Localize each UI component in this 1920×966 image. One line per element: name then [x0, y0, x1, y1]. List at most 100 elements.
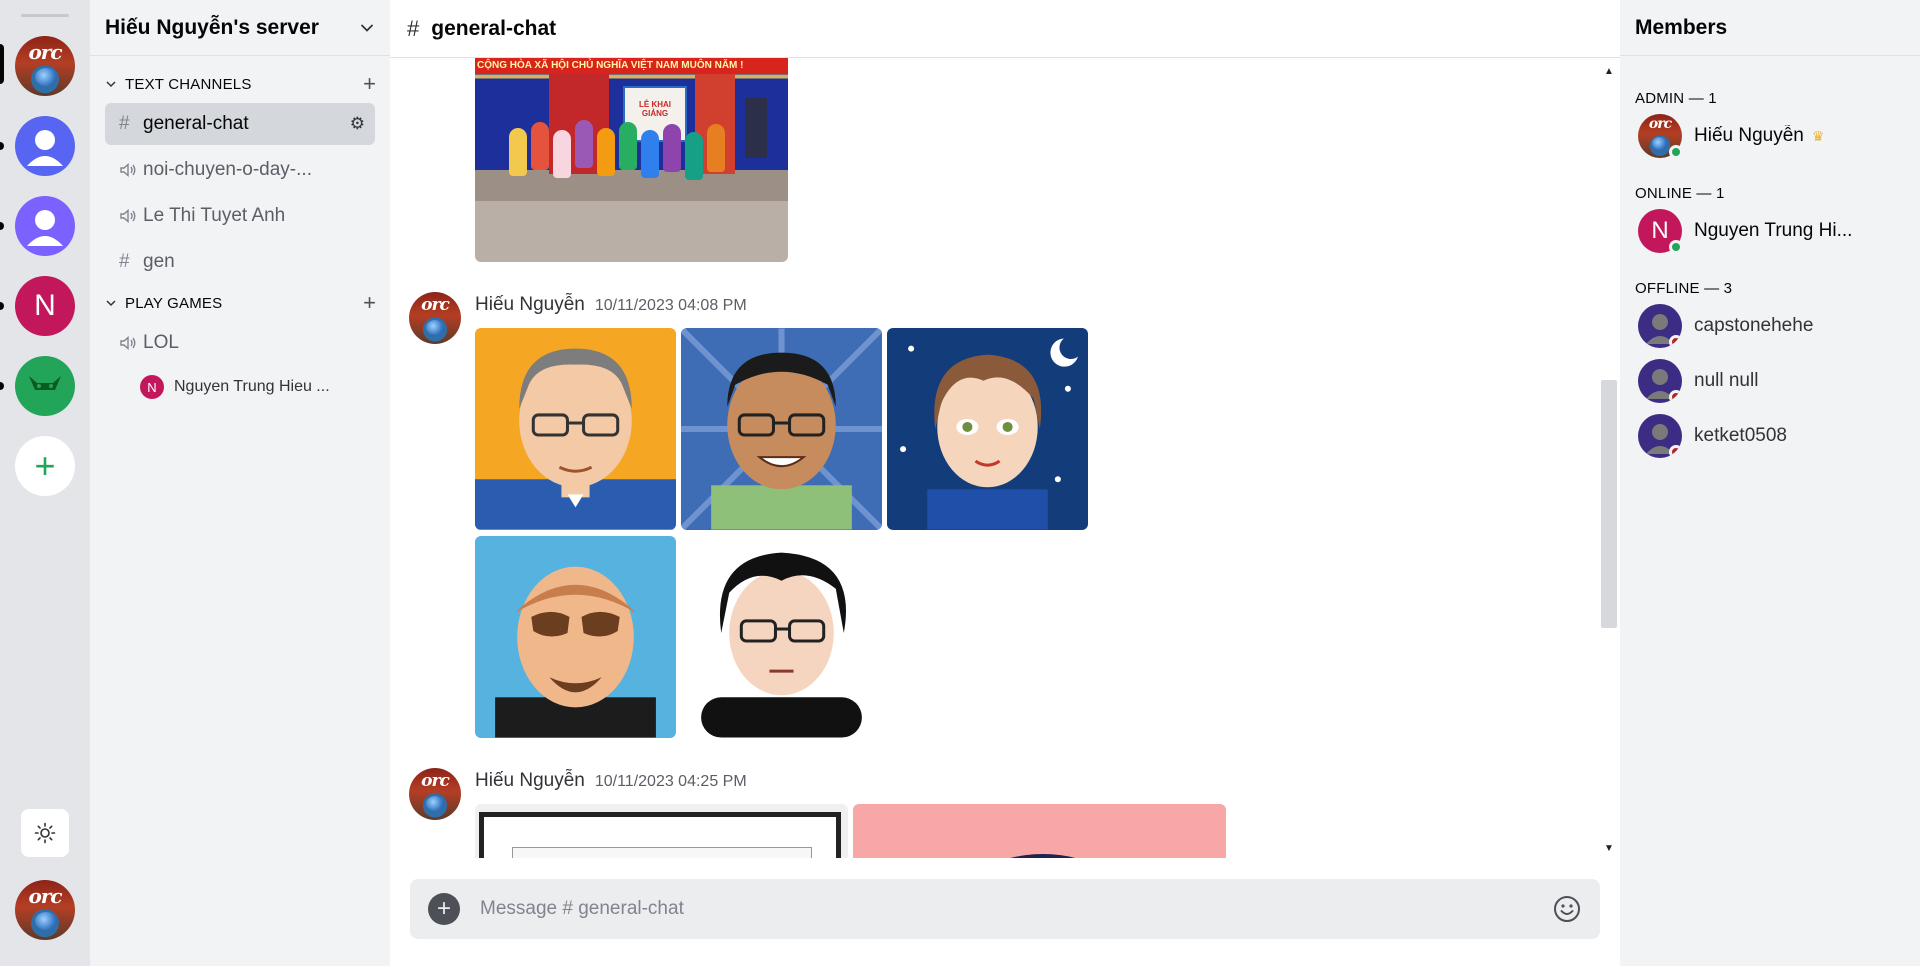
server-icon-green-cat[interactable]	[15, 356, 75, 416]
globe-icon	[35, 912, 57, 930]
server-icon-hieu-nguyen[interactable]: orc	[15, 36, 75, 96]
speaker-icon	[119, 335, 141, 351]
voice-connected-user[interactable]: N Nguyen Trung Hieu ...	[140, 375, 330, 399]
server-initial: N	[34, 289, 56, 322]
member-group-offline: OFFLINE — 3	[1635, 280, 1733, 297]
message-author[interactable]: Hiếu Nguyễn	[475, 294, 585, 316]
server-icon-user-1[interactable]	[15, 116, 75, 176]
globe-icon	[35, 68, 57, 86]
avatar-initial: N	[1651, 217, 1669, 244]
crown-icon: ♛	[1811, 127, 1825, 144]
chevron-down-icon	[106, 300, 116, 307]
smile-icon[interactable]	[1552, 894, 1582, 924]
plus-icon: +	[34, 445, 56, 486]
avatar-logo-text: orc	[1648, 116, 1672, 132]
globe-icon	[1652, 137, 1667, 150]
channel-gen[interactable]: # gen	[105, 241, 375, 283]
member-offline[interactable]: ketket0508	[1638, 412, 1908, 460]
image-attachment-avatar-2[interactable]	[681, 328, 882, 530]
avatar	[1638, 359, 1682, 403]
chevron-down-icon	[106, 81, 116, 88]
channel-noi-chuyen[interactable]: noi-chuyen-o-day-...	[105, 149, 375, 191]
member-name: capstonehehe	[1694, 315, 1814, 336]
online-status-dot	[1669, 240, 1683, 254]
add-channel-button[interactable]: +	[363, 73, 376, 95]
add-server-button[interactable]: +	[15, 436, 75, 496]
server-header[interactable]: Hiếu Nguyễn's server	[90, 0, 390, 56]
speaker-icon	[119, 208, 141, 224]
member-group-online: ONLINE — 1	[1635, 185, 1725, 202]
message-timestamp: 10/11/2023 04:25 PM	[594, 773, 747, 790]
scroll-up-arrow-icon[interactable]: ▲	[1604, 66, 1614, 77]
avatar: N	[1638, 209, 1683, 254]
server-name: Hiếu Nguyễn's server	[105, 15, 319, 39]
active-server-indicator	[0, 44, 4, 84]
cartoon-avatar-image	[475, 348, 676, 530]
avatar-logo-text: orc	[421, 295, 450, 315]
channel-general-chat[interactable]: # general-chat ⚙	[105, 103, 375, 145]
channel-name: Le Thi Tuyet Anh	[143, 205, 286, 226]
voice-user-name: Nguyen Trung Hieu ...	[174, 378, 330, 395]
channel-name: general-chat	[143, 113, 249, 134]
image-attachment-avatar-1[interactable]	[475, 328, 676, 530]
speaker-icon	[119, 162, 141, 178]
user-avatar[interactable]: orc	[15, 880, 75, 940]
cartoon-avatar-image	[681, 328, 882, 530]
scroll-down-arrow-icon[interactable]: ▼	[1604, 843, 1614, 854]
server-rail: orc N + orc	[0, 0, 90, 966]
category-text-channels[interactable]: TEXT CHANNELS +	[105, 72, 376, 96]
channel-le-thi-tuyet-anh[interactable]: Le Thi Tuyet Anh	[105, 195, 375, 237]
image-attachment-document[interactable]	[475, 804, 848, 858]
message-author[interactable]: Hiếu Nguyễn	[475, 770, 585, 792]
member-list: Members ADMIN — 1 orc Hiếu Nguyễn ♛ ONLI…	[1620, 0, 1920, 966]
server-icon-n[interactable]: N	[15, 276, 75, 336]
channel-name: gen	[143, 251, 175, 272]
message-header: Hiếu Nguyễn 10/11/2023 04:25 PM	[475, 770, 747, 792]
hash-icon: #	[119, 113, 130, 134]
message-input[interactable]	[480, 898, 1552, 920]
gear-icon[interactable]: ⚙	[350, 114, 365, 134]
image-attachment-pink[interactable]	[853, 804, 1226, 858]
message-composer: +	[410, 879, 1600, 939]
avatar	[1638, 304, 1682, 348]
offline-status-dot	[1669, 390, 1682, 403]
image-attachment-group-photo[interactable]: CỘNG HÒA XÃ HỘI CHỦ NGHĨA VIỆT NAM MUÔN …	[475, 58, 788, 262]
photo-people	[509, 118, 739, 188]
scrollbar-thumb[interactable]	[1601, 380, 1617, 628]
scrollbar[interactable]: ▲ ▼	[1600, 58, 1618, 858]
photo-banner-text: CỘNG HÒA XÃ HỘI CHỦ NGHĨA VIỆT NAM MUÔN …	[475, 58, 788, 74]
rail-divider	[21, 14, 69, 17]
image-attachment-avatar-4[interactable]	[475, 536, 676, 738]
image-attachment-avatar-5[interactable]	[681, 536, 882, 738]
member-offline[interactable]: capstonehehe	[1638, 302, 1908, 350]
category-play-games[interactable]: PLAY GAMES +	[105, 291, 376, 315]
channel-lol[interactable]: LOL	[105, 322, 375, 364]
theme-toggle-button[interactable]	[21, 809, 69, 857]
server-icon-user-2[interactable]	[15, 196, 75, 256]
message-header: Hiếu Nguyễn 10/11/2023 04:08 PM	[475, 294, 747, 316]
add-channel-button[interactable]: +	[363, 292, 376, 314]
avatar: orc	[1638, 114, 1683, 159]
document-page	[512, 847, 812, 858]
unread-indicator	[0, 142, 4, 150]
hash-icon: #	[407, 15, 420, 41]
hash-icon: #	[119, 251, 130, 272]
message-avatar[interactable]: orc	[409, 768, 461, 820]
member-offline[interactable]: null null	[1638, 357, 1908, 405]
attach-plus-button[interactable]: +	[428, 893, 460, 925]
member-admin[interactable]: orc Hiếu Nguyễn ♛	[1638, 112, 1908, 160]
channel-sidebar: Hiếu Nguyễn's server TEXT CHANNELS + # g…	[90, 0, 390, 966]
globe-icon	[426, 320, 444, 335]
avatar-logo-text: orc	[28, 884, 62, 908]
document-frame	[479, 812, 841, 858]
member-online[interactable]: N Nguyen Trung Hi...	[1638, 207, 1908, 255]
pink-image-shape	[953, 854, 1133, 858]
sun-icon	[34, 822, 56, 844]
member-name: ketket0508	[1694, 425, 1787, 446]
message-avatar[interactable]: orc	[409, 292, 461, 344]
unread-indicator	[0, 382, 4, 390]
image-attachment-avatar-3[interactable]	[887, 328, 1088, 530]
unread-indicator	[0, 302, 4, 310]
offline-status-dot	[1669, 445, 1682, 458]
message-list[interactable]: CỘNG HÒA XÃ HỘI CHỦ NGHĨA VIỆT NAM MUÔN …	[390, 58, 1620, 858]
